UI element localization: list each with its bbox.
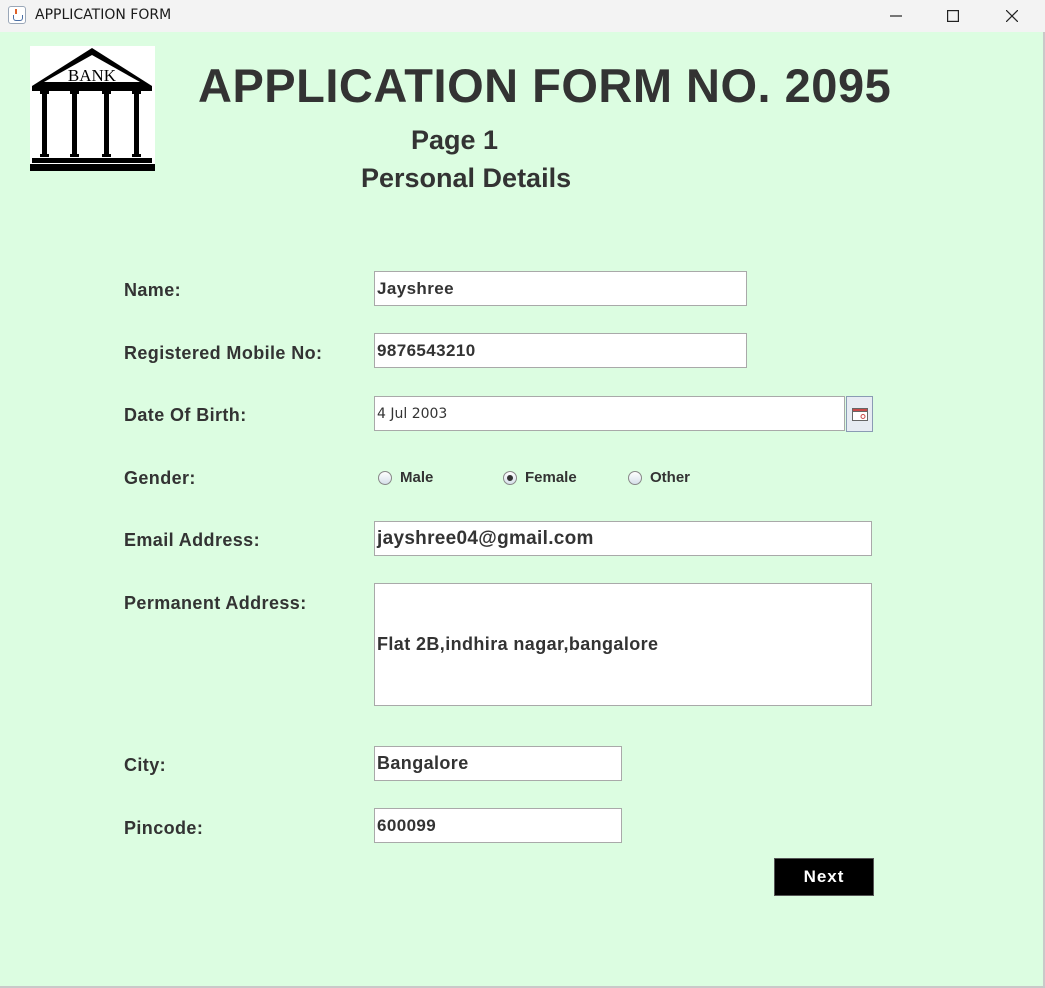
- page-label: Page 1: [411, 125, 499, 155]
- gender-other-label: Other: [650, 469, 691, 486]
- minimize-icon: [890, 15, 902, 17]
- date-picker-button[interactable]: [846, 396, 873, 432]
- city-label: City:: [124, 755, 166, 775]
- logo-text: BANK: [68, 66, 117, 85]
- bank-building-icon: BANK: [30, 48, 155, 171]
- gender-female-radio[interactable]: Female: [503, 469, 577, 486]
- gender-label: Gender:: [124, 468, 196, 488]
- bank-logo: BANK: [30, 46, 155, 171]
- gender-male-radio[interactable]: Male: [378, 469, 433, 486]
- minimize-button[interactable]: [873, 0, 919, 32]
- java-app-icon: [8, 6, 26, 24]
- close-icon: [1006, 10, 1018, 22]
- email-field[interactable]: jayshree04@gmail.com: [374, 521, 872, 556]
- form-panel: BANK APPLICATION FORM NO. 2095 Page 1 Pe…: [0, 32, 1045, 988]
- next-button[interactable]: Next: [774, 858, 874, 896]
- city-field[interactable]: Bangalore: [374, 746, 622, 781]
- gender-male-label: Male: [400, 469, 434, 486]
- maximize-button[interactable]: [930, 0, 976, 32]
- mobile-field[interactable]: 9876543210: [374, 333, 747, 368]
- mobile-label: Registered Mobile No:: [124, 343, 323, 363]
- address-label: Permanent Address:: [124, 593, 307, 613]
- name-label: Name:: [124, 280, 182, 300]
- dob-label: Date Of Birth:: [124, 405, 247, 425]
- pincode-label: Pincode:: [124, 818, 204, 838]
- gender-female-label: Female: [525, 469, 577, 486]
- pincode-field[interactable]: 600099: [374, 808, 622, 843]
- radio-icon: [628, 470, 642, 485]
- title-bar: APPLICATION FORM: [0, 0, 1045, 32]
- radio-checked-icon: [503, 470, 517, 485]
- name-field[interactable]: Jayshree: [374, 271, 747, 306]
- dob-field[interactable]: 4 Jul 2003: [374, 396, 845, 431]
- close-button[interactable]: [989, 0, 1035, 32]
- radio-icon: [378, 470, 392, 485]
- section-title: Personal Details: [361, 163, 572, 193]
- gender-other-radio[interactable]: Other: [628, 469, 690, 486]
- calendar-icon: [851, 407, 868, 421]
- email-label: Email Address:: [124, 530, 260, 550]
- form-title: APPLICATION FORM NO. 2095: [198, 59, 892, 112]
- maximize-icon: [947, 10, 959, 22]
- window-title: APPLICATION FORM: [35, 7, 172, 23]
- address-field[interactable]: Flat 2B,indhira nagar,bangalore: [374, 583, 872, 706]
